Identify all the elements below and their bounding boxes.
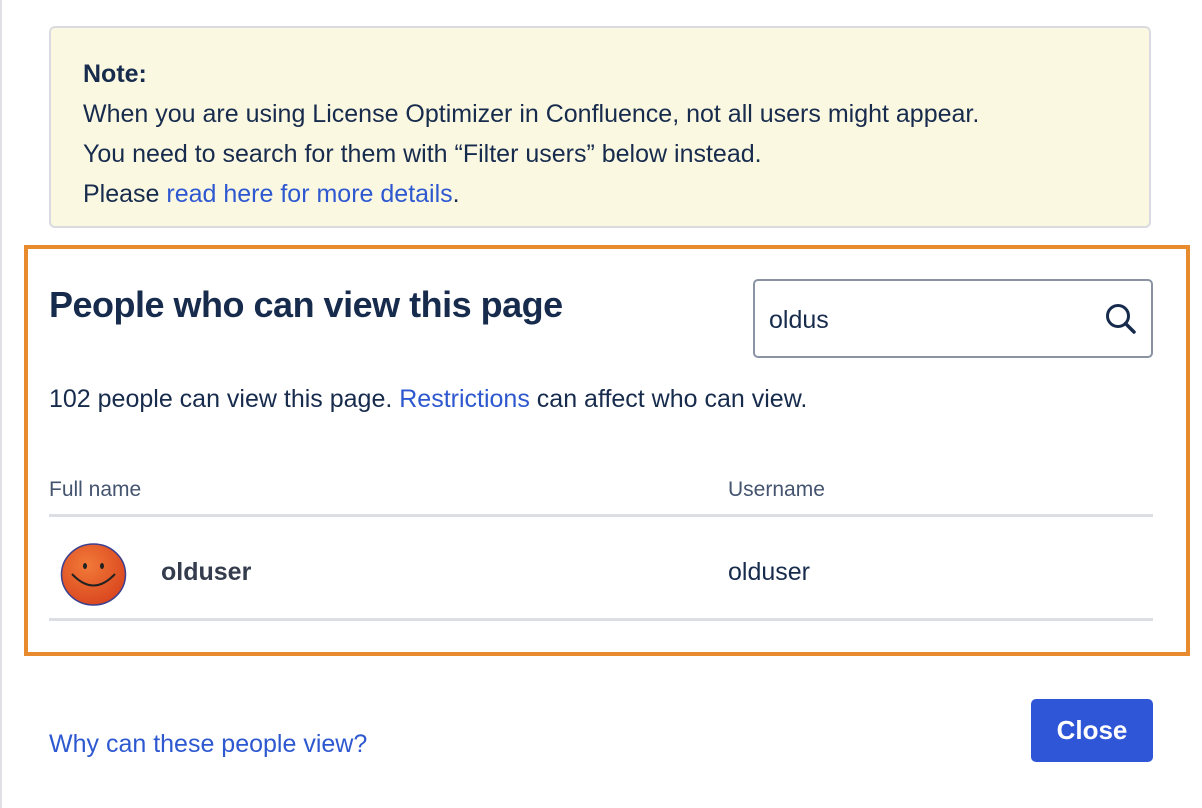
read-more-link[interactable]: read here for more details — [166, 180, 452, 208]
row-full-name: olduser — [161, 558, 252, 586]
note-line-2: You need to search for them with “Filter… — [83, 140, 762, 168]
row-username: olduser — [728, 558, 810, 586]
summary-prefix: 102 people can view this page. — [49, 385, 400, 413]
column-header-full-name[interactable]: Full name — [49, 478, 141, 502]
note-line-3-prefix: Please — [83, 180, 167, 208]
table-row-divider — [49, 618, 1153, 621]
note-line-3-suffix: . — [452, 180, 460, 208]
viewers-summary: 102 people can view this page. Restricti… — [49, 385, 807, 414]
filter-users-field[interactable] — [753, 279, 1153, 358]
restrictions-link[interactable]: Restrictions — [399, 385, 530, 413]
note-panel: Note: When you are using License Optimiz… — [49, 26, 1151, 228]
smiley-avatar — [60, 543, 127, 606]
note-line-3: Please read here for more details. — [83, 174, 1117, 214]
note-line-1: When you are using License Optimizer in … — [83, 100, 980, 128]
page-title: People who can view this page — [49, 284, 563, 325]
close-button[interactable]: Close — [1031, 699, 1153, 762]
note-title: Note: — [83, 60, 147, 88]
why-can-view-link[interactable]: Why can these people view? — [49, 730, 367, 759]
summary-suffix: can affect who can view. — [529, 385, 808, 413]
column-header-username[interactable]: Username — [728, 478, 825, 502]
table-header-divider — [49, 514, 1153, 517]
dialog-edge — [0, 0, 2, 808]
search-input[interactable] — [767, 299, 1101, 341]
search-icon[interactable] — [1103, 301, 1139, 337]
